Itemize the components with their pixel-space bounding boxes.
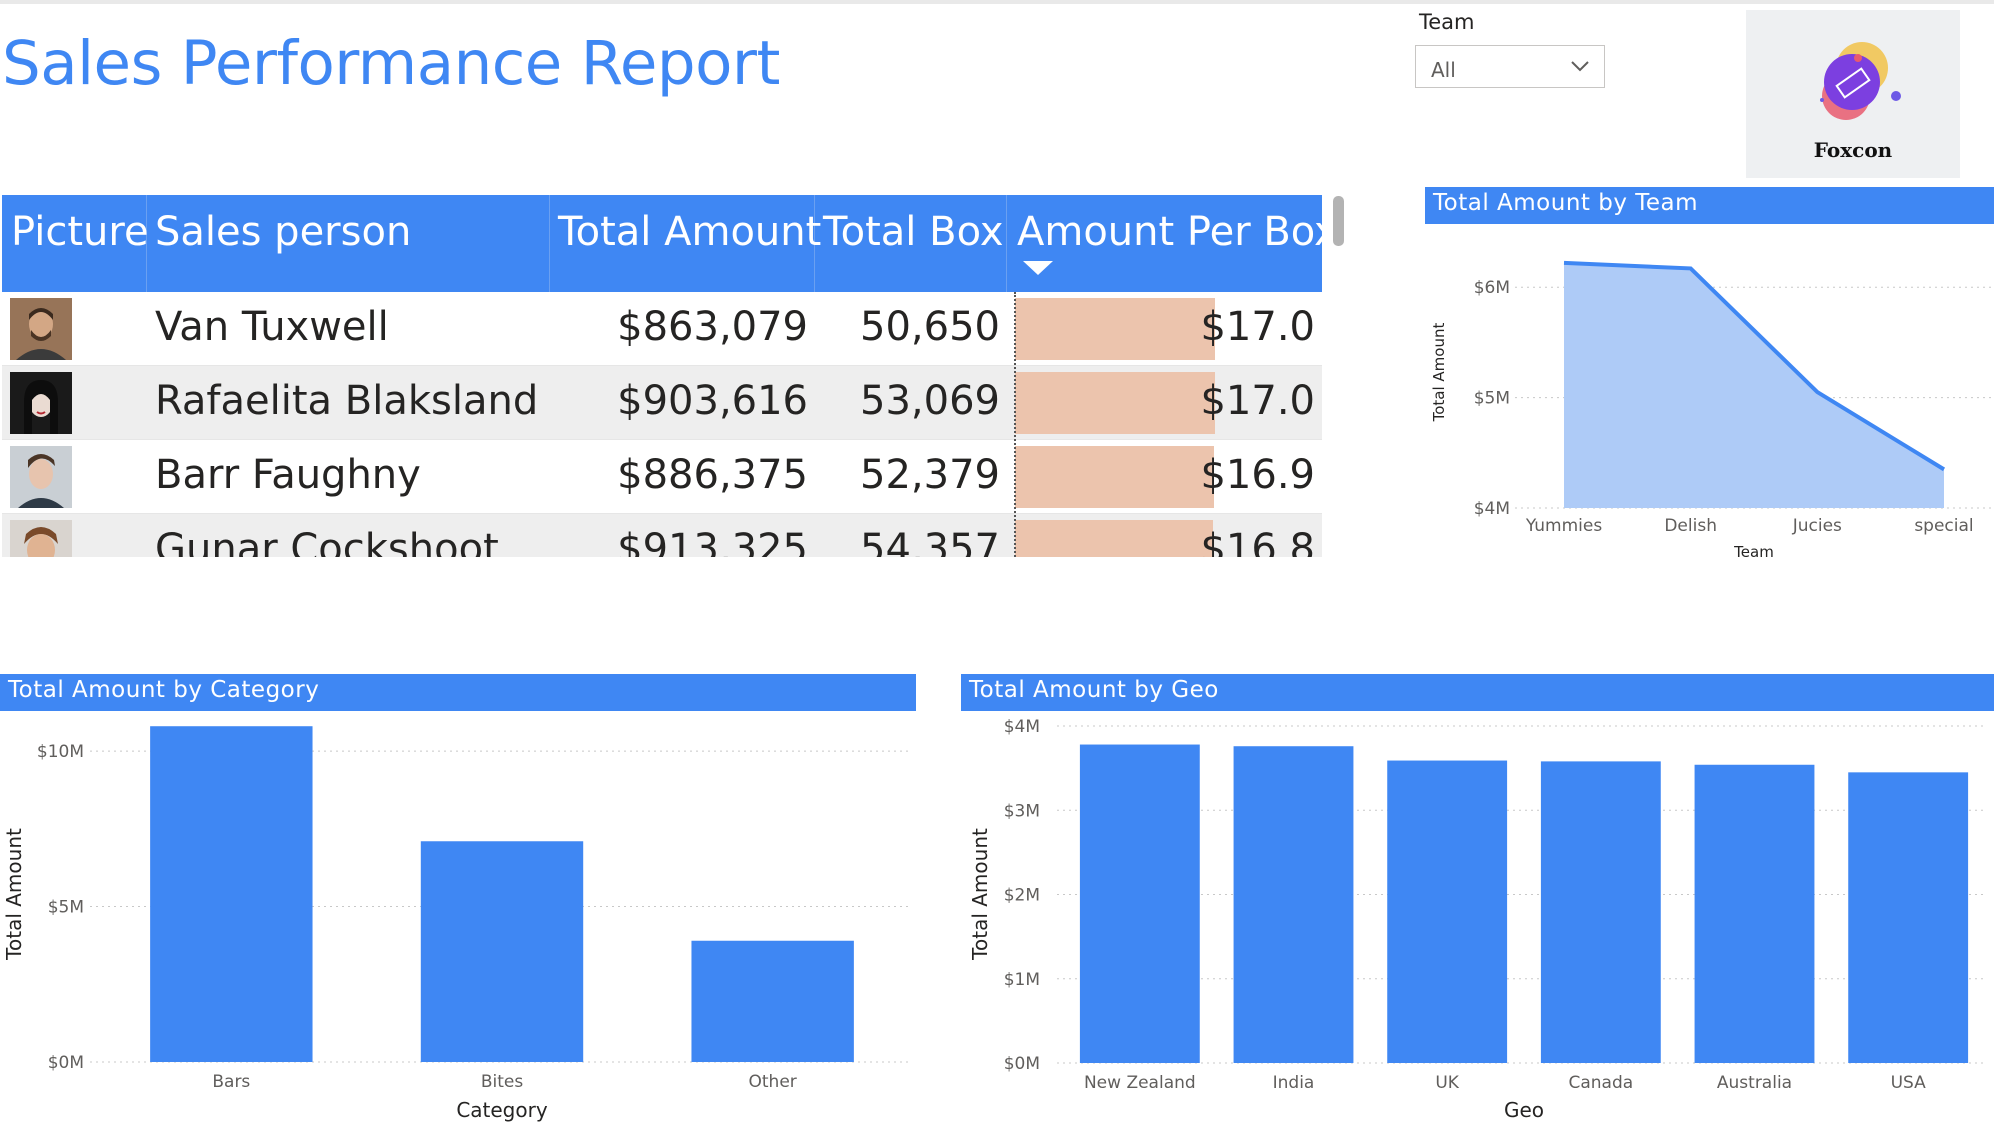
column-header-amount-per-box[interactable]: Amount Per Box [1007, 195, 1322, 292]
x-tick-label: Bars [212, 1072, 250, 1092]
x-tick-label: Yummies [1525, 516, 1603, 536]
column-header-picture[interactable]: Picture [2, 195, 149, 292]
avatar [10, 446, 72, 508]
column-header-total-amount[interactable]: Total Amount [550, 195, 821, 292]
avatar [10, 520, 72, 557]
table-row[interactable]: Gunar Cockshoot $913,325 54,357 $16.8 [2, 514, 1322, 557]
y-tick-label: $5M [1474, 389, 1510, 409]
total-box-cell: 53,069 [860, 378, 1000, 424]
geo-chart-title: Total Amount by Geo [961, 674, 1994, 711]
total-amount-cell: $913,325 [617, 526, 808, 557]
sales-person-name: Van Tuxwell [155, 304, 389, 350]
bar [691, 940, 854, 1062]
table-row[interactable]: Barr Faughny $886,375 52,379 $16.9 [2, 440, 1322, 514]
total-box-cell: 52,379 [860, 452, 1000, 498]
y-axis-title: Total Amount [2, 828, 26, 961]
category-bar-chart[interactable]: $0M $5M $10M Bars Bites Other Category Total Am… [0, 712, 916, 1124]
y-axis-title: Total Amount [1430, 323, 1448, 423]
total-box-cell: 50,650 [860, 304, 1000, 350]
category-chart-title: Total Amount by Category [0, 674, 916, 711]
x-axis-title: Team [1733, 543, 1774, 561]
column-header-sales-person[interactable]: Sales person [147, 195, 550, 292]
bar [150, 726, 313, 1062]
logo-text: Foxcon [1813, 138, 1893, 162]
team-slicer-value: All [1431, 58, 1456, 82]
y-tick-label: $6M [1474, 278, 1510, 298]
y-tick-label: $3M [1004, 801, 1040, 821]
amount-per-box-cell: $17.0 [1200, 378, 1315, 424]
y-tick-label: $5M [48, 898, 84, 918]
area-fill [1564, 262, 1944, 508]
top-border [0, 0, 1994, 4]
x-tick-label: New Zealand [1084, 1073, 1196, 1093]
avatar [10, 372, 72, 434]
chevron-down-icon [1571, 61, 1589, 72]
x-tick-label: Bites [481, 1072, 524, 1092]
y-axis-title: Total Amount [968, 828, 992, 961]
amount-per-box-cell: $16.8 [1200, 526, 1315, 557]
y-tick-label: $10M [37, 742, 84, 762]
total-box-cell: 54,357 [860, 526, 1000, 557]
bar [420, 841, 584, 1062]
sales-person-table: Picture Sales person Total Amount Total … [2, 195, 1322, 557]
column-header-amount-per-box-label: Amount Per Box [1017, 209, 1322, 255]
geo-bar-chart[interactable]: $0M $1M $2M $3M $4M New Zealand India UK Canada A… [961, 712, 1994, 1124]
bar [1079, 744, 1200, 1063]
total-amount-cell: $903,616 [617, 378, 808, 424]
sales-person-name: Barr Faughny [155, 452, 421, 498]
bar [1540, 761, 1661, 1063]
x-axis-title: Geo [1504, 1098, 1544, 1122]
sales-person-name: Gunar Cockshoot [155, 526, 499, 557]
amount-per-box-cell: $17.0 [1200, 304, 1315, 350]
x-tick-label: Australia [1717, 1073, 1792, 1093]
table-scrollbar[interactable] [1333, 196, 1344, 246]
table-row[interactable]: Rafaelita Blaksland $903,616 53,069 $17.… [2, 366, 1322, 440]
amount-per-box-cell: $16.9 [1200, 452, 1315, 498]
x-tick-label: Other [749, 1072, 797, 1092]
team-chart-title: Total Amount by Team [1425, 187, 1994, 224]
page-title: Sales Performance Report [2, 28, 780, 99]
y-tick-label: $2M [1004, 886, 1040, 906]
x-tick-label: Delish [1664, 516, 1717, 536]
column-header-total-box[interactable]: Total Box [815, 195, 1007, 292]
sort-descending-icon[interactable] [1023, 261, 1053, 275]
y-tick-label: $0M [1004, 1054, 1040, 1074]
x-tick-label: Canada [1568, 1073, 1633, 1093]
total-amount-cell: $863,079 [617, 304, 808, 350]
x-tick-label: USA [1891, 1073, 1927, 1093]
x-axis-title: Category [456, 1098, 548, 1122]
x-tick-label: Jucies [1792, 516, 1842, 536]
team-area-chart[interactable]: $4M $5M $6M Yummies Delish Jucies special Team T… [1425, 226, 1994, 566]
y-tick-label: $0M [48, 1053, 84, 1073]
x-tick-label: UK [1435, 1073, 1459, 1093]
x-tick-label: India [1273, 1073, 1315, 1093]
y-tick-label: $4M [1004, 717, 1040, 737]
bar [1848, 772, 1969, 1063]
logo-graphic [1820, 42, 1901, 120]
sales-person-name: Rafaelita Blaksland [155, 378, 539, 424]
y-tick-label: $4M [1474, 499, 1510, 519]
bar [1694, 764, 1815, 1063]
team-slicer-label: Team [1419, 10, 1475, 34]
team-slicer-dropdown[interactable]: All [1415, 45, 1605, 88]
total-amount-cell: $886,375 [617, 452, 808, 498]
company-logo: Foxcon [1746, 10, 1960, 178]
avatar [10, 298, 72, 360]
y-tick-label: $1M [1004, 970, 1040, 990]
x-tick-label: special [1914, 516, 1973, 536]
bar [1387, 760, 1508, 1063]
table-row[interactable]: Van Tuxwell $863,079 50,650 $17.0 [2, 292, 1322, 366]
table-header: Picture Sales person Total Amount Total … [2, 195, 1322, 292]
bar [1233, 746, 1354, 1063]
bar-axis-line [1014, 292, 1016, 557]
